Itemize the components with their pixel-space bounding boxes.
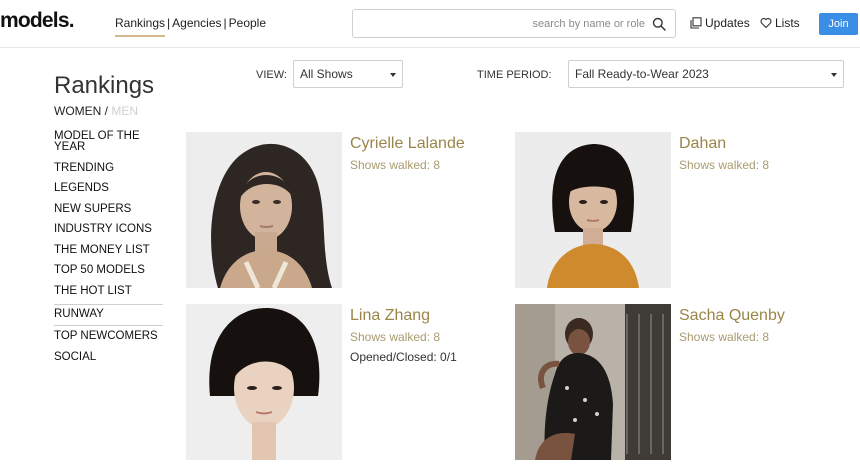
search-input[interactable] bbox=[359, 14, 645, 34]
site-logo[interactable]: models. bbox=[0, 9, 75, 33]
lists-label: Lists bbox=[775, 16, 800, 30]
main-nav: Rankings | Agencies | People bbox=[115, 16, 266, 37]
menu-item-trending[interactable]: TRENDING bbox=[54, 160, 163, 181]
menu-item-model-of-the-year[interactable]: MODEL OF THE YEAR bbox=[54, 128, 163, 160]
model-photo-image bbox=[515, 132, 671, 288]
model-name-link[interactable]: Cyrielle Lalande bbox=[350, 135, 465, 153]
search-icon[interactable] bbox=[652, 17, 666, 31]
nav-people[interactable]: People bbox=[229, 16, 266, 30]
view-label: VIEW: bbox=[256, 69, 287, 81]
nav-separator: | bbox=[167, 16, 171, 30]
menu-item-the-money-list[interactable]: THE MONEY LIST bbox=[54, 242, 163, 263]
time-period-label: TIME PERIOD: bbox=[477, 69, 552, 81]
menu-item-the-hot-list[interactable]: THE HOT LIST bbox=[54, 283, 163, 304]
menu-item-runway[interactable]: RUNWAY bbox=[54, 304, 163, 326]
model-name-link[interactable]: Lina Zhang bbox=[350, 307, 430, 325]
time-period-select-value: Fall Ready-to-Wear 2023 bbox=[575, 67, 709, 81]
rankings-menu: MODEL OF THE YEAR TRENDING LEGENDS NEW S… bbox=[54, 128, 163, 369]
model-photo-image bbox=[186, 132, 342, 288]
nav-agencies[interactable]: Agencies bbox=[172, 16, 221, 30]
model-opened-closed: Opened/Closed: 0/1 bbox=[350, 350, 457, 364]
menu-item-legends[interactable]: LEGENDS bbox=[54, 180, 163, 201]
model-photo-image bbox=[186, 304, 342, 460]
menu-item-new-supers[interactable]: NEW SUPERS bbox=[54, 201, 163, 222]
join-button[interactable]: Join bbox=[819, 13, 858, 35]
caret-down-icon bbox=[390, 73, 396, 77]
model-photo[interactable] bbox=[515, 132, 671, 288]
site-header: models. Rankings|Agencies|People Updates… bbox=[0, 0, 860, 48]
time-period-select[interactable]: Fall Ready-to-Wear 2023 bbox=[568, 60, 844, 88]
nav-separator: | bbox=[223, 16, 227, 30]
menu-item-industry-icons[interactable]: INDUSTRY ICONS bbox=[54, 221, 163, 242]
model-shows-walked: Shows walked: 8 bbox=[350, 330, 441, 344]
caret-down-icon bbox=[831, 73, 837, 77]
lists-link[interactable]: Lists bbox=[760, 16, 800, 30]
menu-item-social[interactable]: SOCIAL bbox=[54, 349, 163, 370]
menu-item-top-newcomers[interactable]: TOP NEWCOMERS bbox=[54, 328, 163, 349]
page-title: Rankings bbox=[54, 72, 155, 99]
nav-rankings[interactable]: Rankings bbox=[115, 16, 166, 37]
heart-icon bbox=[760, 18, 772, 29]
view-select-value: All Shows bbox=[300, 67, 353, 81]
updates-link[interactable]: Updates bbox=[690, 16, 750, 30]
model-name-link[interactable]: Sacha Quenby bbox=[679, 307, 785, 325]
gender-separator: / bbox=[104, 104, 109, 118]
updates-label: Updates bbox=[705, 16, 750, 30]
gender-men-link[interactable]: MEN bbox=[111, 104, 138, 118]
model-photo[interactable] bbox=[186, 132, 342, 288]
gender-switch: WOMEN / MEN bbox=[54, 104, 138, 118]
model-shows-walked: Shows walked: 8 bbox=[679, 158, 770, 172]
model-photo[interactable] bbox=[186, 304, 342, 460]
search-box bbox=[352, 9, 676, 38]
model-name-link[interactable]: Dahan bbox=[679, 135, 726, 153]
model-photo[interactable] bbox=[515, 304, 671, 460]
model-shows-walked: Shows walked: 8 bbox=[350, 158, 441, 172]
view-select[interactable]: All Shows bbox=[293, 60, 403, 88]
updates-icon bbox=[690, 17, 702, 29]
model-photo-image bbox=[515, 304, 671, 460]
menu-item-top-50-models[interactable]: TOP 50 MODELS bbox=[54, 262, 163, 283]
gender-women-link[interactable]: WOMEN bbox=[54, 104, 101, 118]
model-shows-walked: Shows walked: 8 bbox=[679, 330, 770, 344]
